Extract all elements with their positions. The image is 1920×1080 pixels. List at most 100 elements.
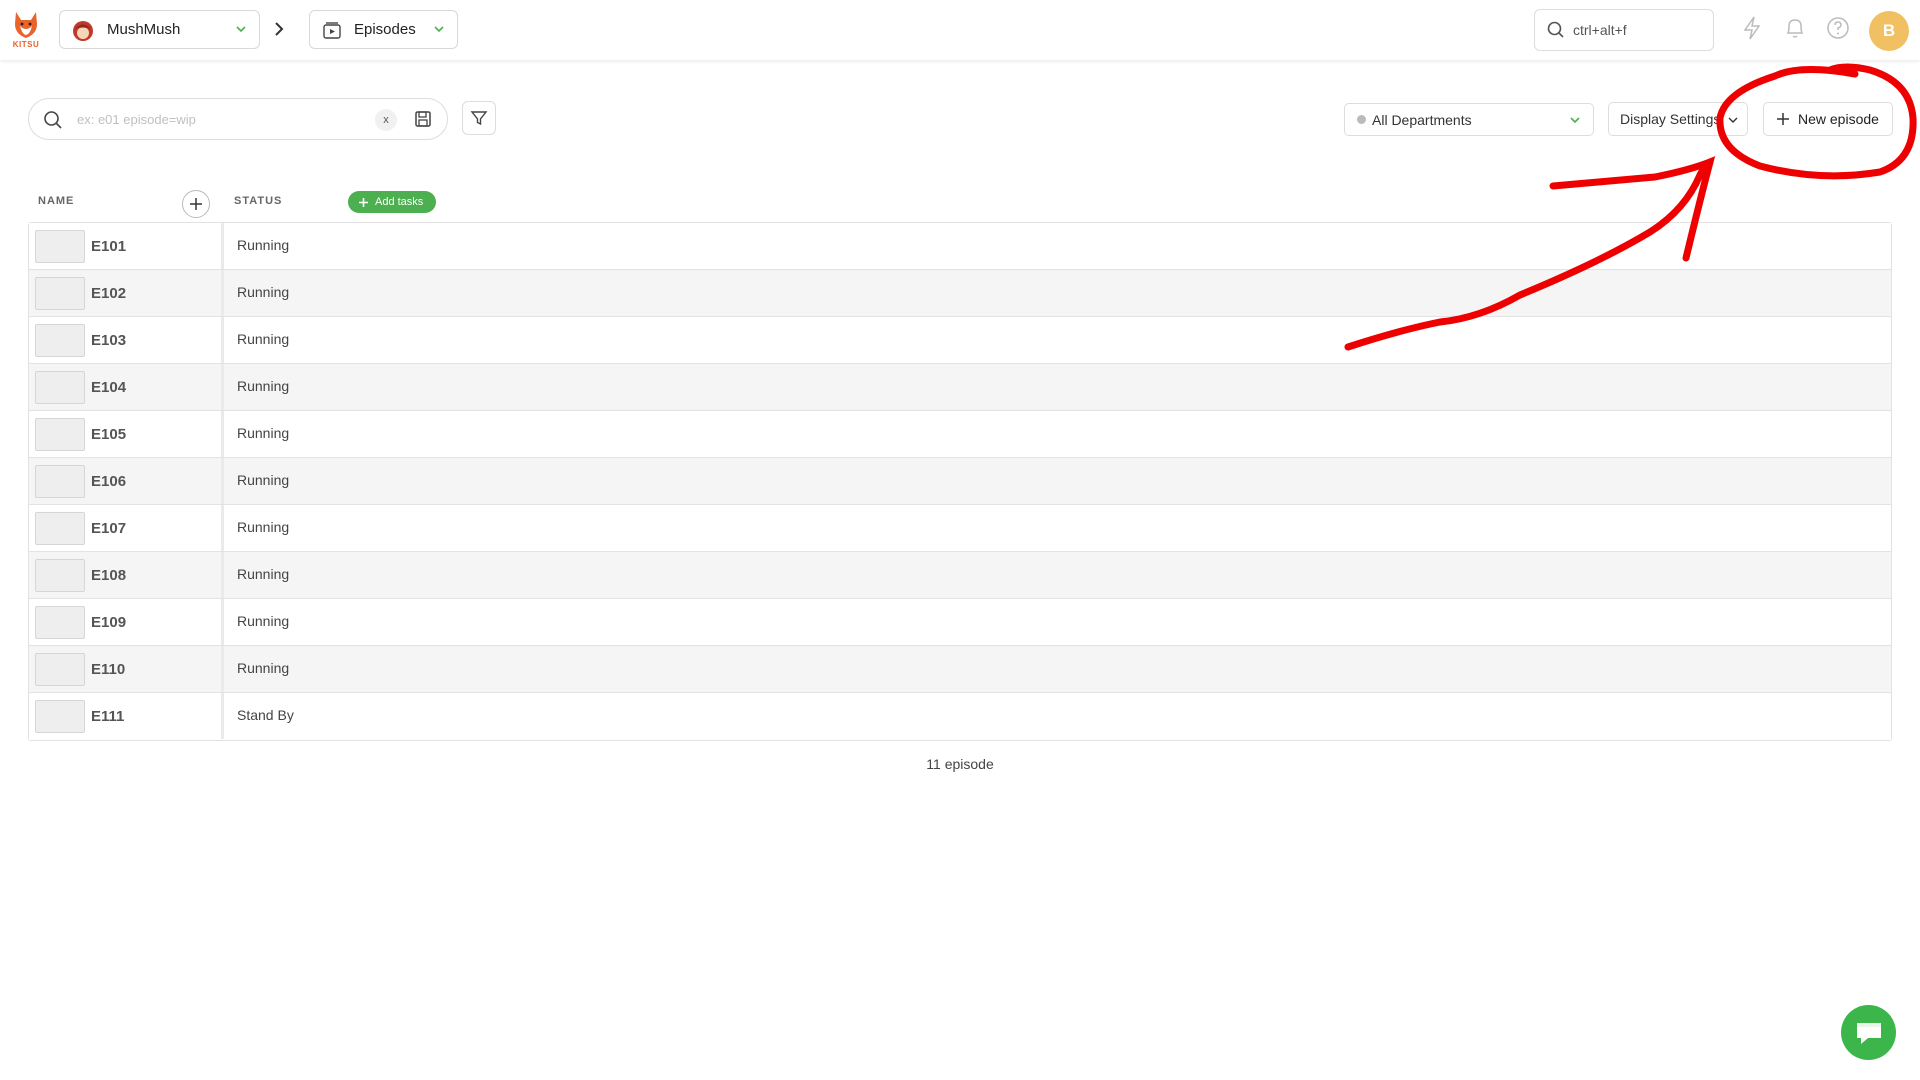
name-cell: E108: [29, 552, 224, 598]
column-header-status[interactable]: STATUS: [234, 195, 282, 207]
episode-status: Running: [237, 284, 290, 300]
episode-status: Running: [237, 613, 290, 629]
filter-icon: [470, 111, 488, 126]
name-cell: E111: [29, 693, 224, 739]
table-header: NAME STATUS Add tasks: [28, 186, 1892, 222]
kitsu-logo-icon: [15, 12, 37, 38]
name-cell: E103: [29, 317, 224, 363]
production-select[interactable]: MushMush: [59, 10, 260, 49]
top-bar: KITSU MushMush Episodes ctrl+alt+f B: [0, 0, 1920, 60]
episode-name[interactable]: E111: [91, 708, 124, 725]
table-row[interactable]: E109 Running: [29, 599, 1891, 646]
add-tasks-label: Add tasks: [375, 196, 424, 208]
name-cell: E106: [29, 458, 224, 504]
episode-name[interactable]: E103: [91, 332, 126, 349]
episode-count: 11 episode: [926, 756, 994, 772]
display-settings-button[interactable]: Display Settings: [1608, 102, 1748, 136]
kitsu-logo[interactable]: KITSU: [12, 10, 40, 52]
episode-name[interactable]: E108: [91, 567, 126, 584]
department-label: All Departments: [1372, 111, 1472, 128]
episode-thumbnail[interactable]: [35, 606, 85, 639]
table-row[interactable]: E102 Running: [29, 270, 1891, 317]
table-row[interactable]: E107 Running: [29, 505, 1891, 552]
episode-table: E101 Running E102 Running E103 Running E…: [28, 222, 1892, 741]
episode-name[interactable]: E102: [91, 285, 126, 302]
episode-name[interactable]: E104: [91, 379, 126, 396]
table-row[interactable]: E101 Running: [29, 223, 1891, 270]
chat-button[interactable]: [1841, 1005, 1896, 1060]
department-dot: [1357, 115, 1366, 124]
global-search-placeholder: ctrl+alt+f: [1573, 22, 1627, 38]
column-header-name[interactable]: NAME: [38, 195, 74, 207]
episode-status: Running: [237, 519, 290, 535]
chevron-down-icon: [236, 26, 246, 33]
episode-status: Running: [237, 566, 290, 582]
table-row[interactable]: E110 Running: [29, 646, 1891, 693]
add-tasks-button[interactable]: Add tasks: [348, 191, 436, 213]
episode-thumbnail[interactable]: [35, 324, 85, 357]
episode-status: Stand By: [237, 707, 294, 723]
new-episode-button[interactable]: New episode: [1763, 102, 1893, 136]
search-icon: [1547, 21, 1564, 38]
production-avatar-icon: [73, 21, 93, 41]
chevron-right-icon: [275, 22, 284, 36]
plus-icon: [1777, 113, 1789, 125]
episode-status: Running: [237, 425, 290, 441]
episode-name[interactable]: E110: [91, 661, 125, 678]
save-icon[interactable]: [413, 109, 433, 129]
table-row[interactable]: E111 Stand By: [29, 693, 1891, 740]
episode-thumbnail[interactable]: [35, 418, 85, 451]
episode-status: Running: [237, 237, 290, 253]
help-icon[interactable]: [1826, 16, 1850, 40]
bell-icon[interactable]: [1784, 16, 1806, 40]
clear-search-button[interactable]: x: [375, 109, 397, 131]
episode-thumbnail[interactable]: [35, 465, 85, 498]
table-row[interactable]: E103 Running: [29, 317, 1891, 364]
search-icon: [44, 111, 62, 129]
episode-status: Running: [237, 660, 290, 676]
table-row[interactable]: E105 Running: [29, 411, 1891, 458]
episode-thumbnail[interactable]: [35, 230, 85, 263]
episode-thumbnail[interactable]: [35, 277, 85, 310]
name-cell: E107: [29, 505, 224, 551]
episode-name[interactable]: E101: [91, 238, 126, 255]
chevron-down-icon: [434, 26, 444, 33]
lightning-icon[interactable]: [1742, 16, 1762, 40]
episode-thumbnail[interactable]: [35, 371, 85, 404]
display-settings-label: Display Settings: [1620, 111, 1721, 127]
plus-icon: [359, 197, 368, 207]
name-cell: E101: [29, 223, 224, 269]
add-column-button[interactable]: [182, 190, 210, 218]
episode-thumbnail[interactable]: [35, 700, 85, 733]
table-row[interactable]: E106 Running: [29, 458, 1891, 505]
search-placeholder: ex: e01 episode=wip: [77, 112, 196, 127]
episode-thumbnail[interactable]: [35, 559, 85, 592]
episodes-icon: [323, 22, 341, 39]
filter-button[interactable]: [462, 101, 496, 135]
episode-status: Running: [237, 378, 290, 394]
episode-name[interactable]: E106: [91, 473, 126, 490]
episode-name[interactable]: E107: [91, 520, 126, 537]
episode-thumbnail[interactable]: [35, 512, 85, 545]
name-cell: E102: [29, 270, 224, 316]
production-name: MushMush: [107, 21, 181, 38]
global-search-input[interactable]: ctrl+alt+f: [1534, 9, 1714, 51]
episode-status: Running: [237, 472, 290, 488]
episode-status: Running: [237, 331, 290, 347]
user-avatar[interactable]: B: [1869, 11, 1909, 51]
episode-name[interactable]: E109: [91, 614, 126, 631]
table-row[interactable]: E104 Running: [29, 364, 1891, 411]
section-name: Episodes: [354, 21, 416, 38]
chevron-down-icon: [1728, 117, 1738, 123]
plus-icon: [190, 198, 202, 210]
episode-name[interactable]: E105: [91, 426, 126, 443]
name-cell: E109: [29, 599, 224, 645]
episode-thumbnail[interactable]: [35, 653, 85, 686]
new-episode-label: New episode: [1798, 111, 1879, 127]
logo-text: KITSU: [12, 40, 40, 49]
episode-search-input[interactable]: ex: e01 episode=wip x: [28, 98, 448, 140]
table-row[interactable]: E108 Running: [29, 552, 1891, 599]
department-select[interactable]: All Departments: [1344, 103, 1594, 136]
section-select[interactable]: Episodes: [309, 10, 458, 49]
chat-icon: [1856, 1022, 1881, 1044]
